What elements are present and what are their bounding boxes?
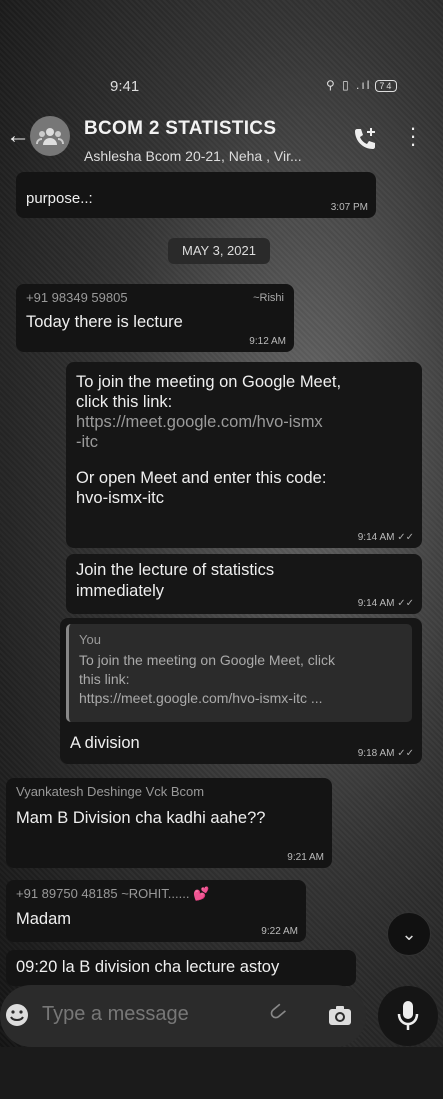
double-chevron-down-icon: ⌄ [401, 924, 417, 944]
group-avatar[interactable] [30, 116, 70, 156]
message-text: Madam [16, 910, 72, 928]
message-text: Mam B Division cha kadhi aahe?? [16, 809, 266, 827]
meet-link[interactable]: https://meet.google.com/hvo-ismx [76, 412, 412, 432]
chat-participants[interactable]: Ashlesha Bcom 20-21, Neha , Vir... [84, 148, 302, 164]
message-line: click this link: [76, 393, 173, 411]
message-time: 9:18 AM ✓✓ [357, 748, 414, 759]
message-sender[interactable]: Vyankatesh Deshinge Vck Bcom [16, 784, 322, 799]
battery-icon: 74 [375, 80, 398, 92]
camera-icon[interactable] [328, 1004, 352, 1026]
message-text: A division [70, 734, 140, 752]
message-line: To join the meeting on Google Meet, [76, 373, 342, 391]
message-pushname: ~Rishi [253, 292, 284, 304]
chat-header: ← BCOM 2 STATISTICS Ashlesha Bcom 20-21,… [0, 110, 443, 172]
status-time: 9:41 [110, 78, 140, 95]
message-bubble[interactable]: Vyankatesh Deshinge Vck Bcom Mam B Divis… [6, 778, 332, 868]
message-time: 9:21 AM [287, 852, 324, 863]
message-pushname: ~ROHIT...... [121, 886, 190, 901]
date-divider: MAY 3, 2021 [168, 238, 270, 264]
quoted-text: To join the meeting on Google Meet, clic… [79, 651, 402, 708]
double-check-icon: ✓✓ [397, 748, 414, 759]
message-line: hvo-ismx-itc [76, 489, 165, 507]
quoted-sender: You [79, 632, 101, 647]
voice-record-button[interactable] [378, 986, 438, 1046]
microphone-icon [397, 1001, 419, 1030]
message-time: 3:07 PM [330, 202, 368, 213]
group-icon [36, 128, 64, 145]
chat-title[interactable]: BCOM 2 STATISTICS [84, 118, 276, 140]
emoji-icon[interactable] [4, 1002, 30, 1028]
message-bubble[interactable]: Join the lecture of statistics immediate… [66, 554, 422, 614]
message-sender[interactable]: +91 89750 48185 ~ROHIT...... 💕 [16, 886, 296, 902]
double-check-icon: ✓✓ [397, 598, 414, 609]
message-time: 9:22 AM [261, 926, 298, 937]
meet-link[interactable]: -itc [76, 432, 412, 452]
message-text: 09:20 la B division cha lecture astoy [16, 958, 280, 976]
message-input-bar[interactable]: Type a message ⊂ [0, 985, 366, 1047]
back-arrow-icon[interactable]: ← [6, 122, 30, 150]
more-options-icon[interactable]: · · · [408, 117, 418, 155]
system-nav-bar [0, 1047, 443, 1099]
message-bubble[interactable]: +91 89750 48185 ~ROHIT...... 💕 Madam 9:2… [6, 880, 306, 942]
attach-icon[interactable]: ⊂ [262, 996, 293, 1028]
message-text: Join the lecture of statistics immediate… [76, 560, 412, 602]
quoted-line: this link: [79, 671, 130, 687]
message-bubble[interactable]: 09:20 la B division cha lecture astoy [6, 950, 356, 986]
message-line: Or open Meet and enter this code: [76, 469, 327, 487]
sparkle-emoji-icon: 💕 [193, 886, 210, 901]
message-time: 9:14 AM ✓✓ [357, 598, 414, 609]
message-time: 9:12 AM [249, 336, 286, 347]
status-bar: 9:41 ⚲ ▯ .ıl 74 [0, 70, 443, 100]
message-bubble[interactable]: purpose..: 3:07 PM [16, 172, 376, 218]
message-line: Join the lecture of statistics [76, 561, 275, 579]
quoted-line: https://meet.google.com/hvo-ismx-itc ... [79, 690, 323, 706]
message-text: purpose..: [26, 190, 93, 207]
add-call-icon[interactable] [352, 126, 378, 152]
message-sender[interactable]: +91 98349 59805 [26, 290, 284, 305]
quoted-line: To join the meeting on Google Meet, clic… [79, 652, 336, 668]
message-input[interactable]: Type a message [42, 1003, 189, 1026]
message-bubble[interactable]: +91 98349 59805 ~Rishi Today there is le… [16, 284, 294, 352]
message-text: To join the meeting on Google Meet, clic… [76, 372, 412, 508]
status-icons: ⚲ ▯ .ıl 74 [326, 78, 398, 92]
message-text: Today there is lecture [26, 313, 183, 331]
message-line [76, 452, 412, 468]
scroll-to-bottom-button[interactable]: ⌄ [387, 912, 431, 956]
quoted-message[interactable]: You To join the meeting on Google Meet, … [66, 624, 412, 722]
double-check-icon: ✓✓ [397, 532, 414, 543]
message-time: 9:14 AM ✓✓ [357, 532, 414, 543]
message-bubble[interactable]: To join the meeting on Google Meet, clic… [66, 362, 422, 548]
